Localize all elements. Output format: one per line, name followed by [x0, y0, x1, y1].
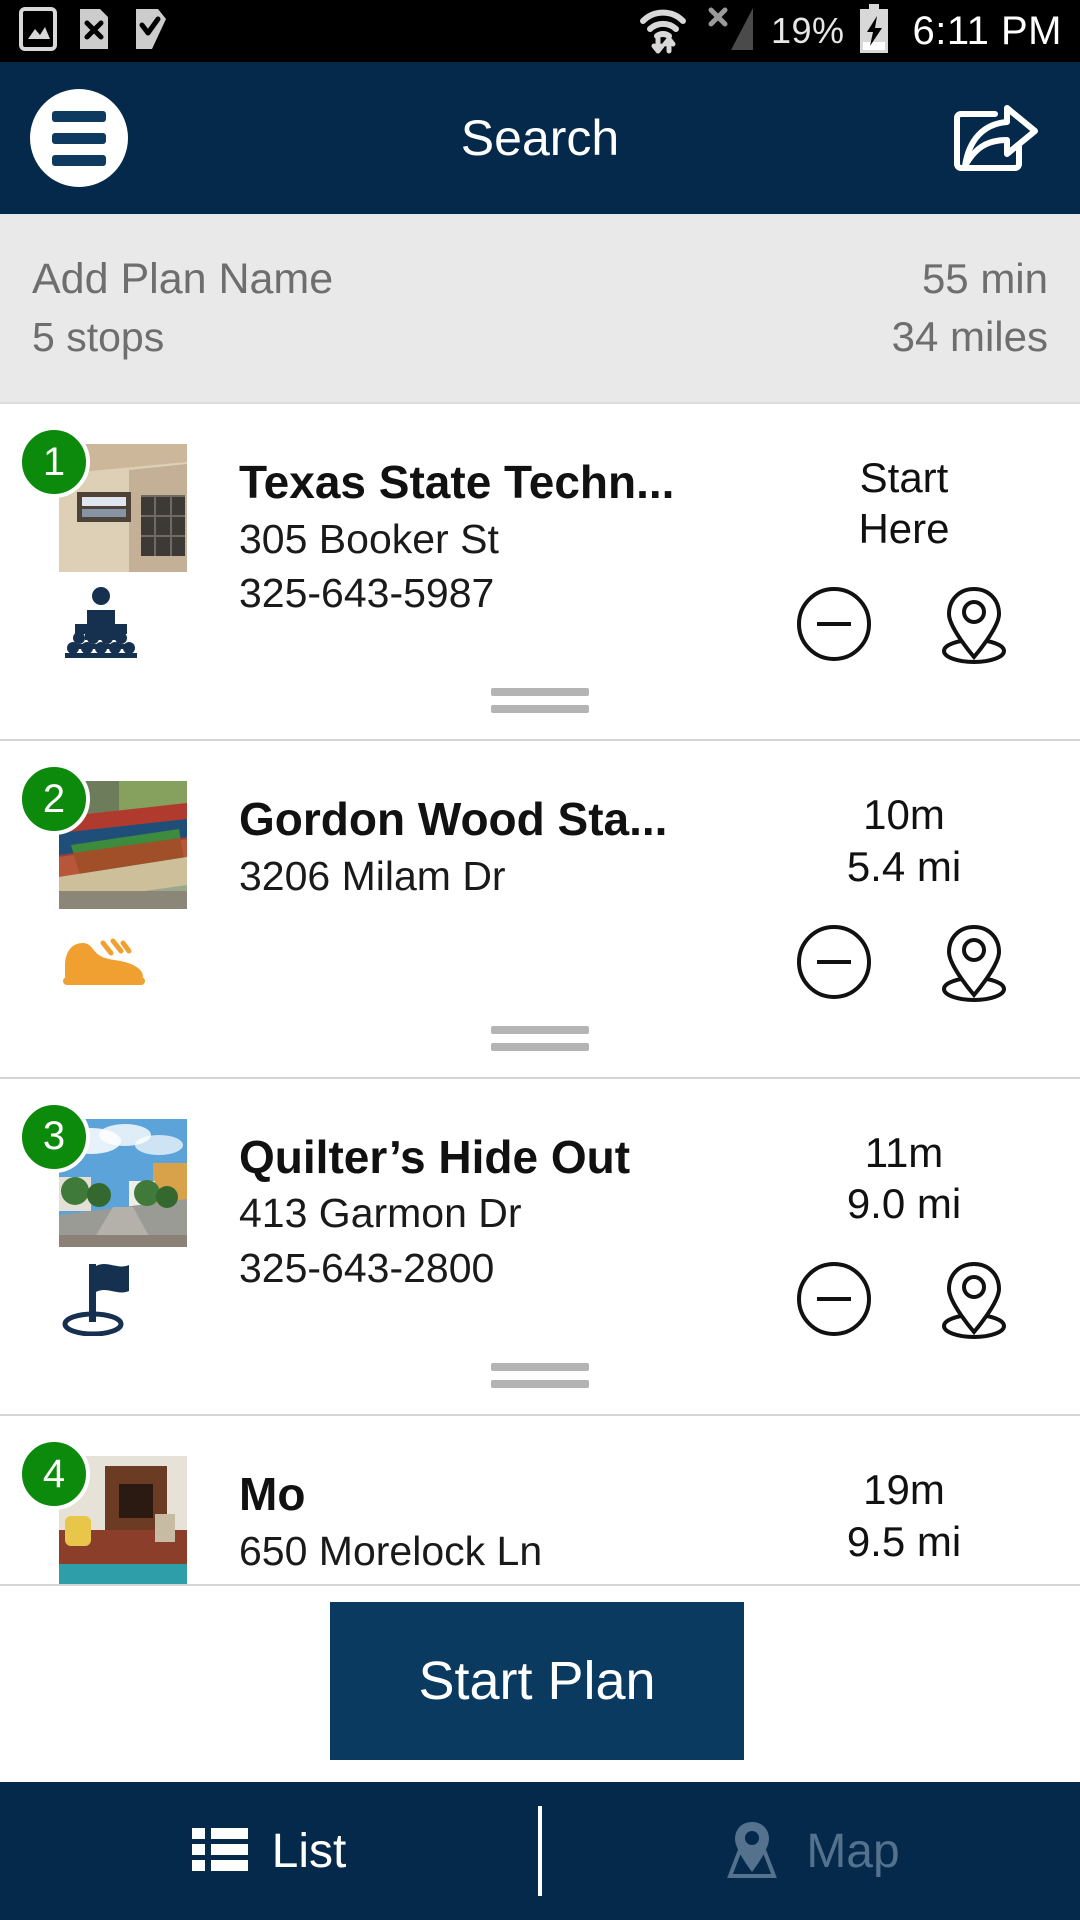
stop-phone[interactable]: 325-643-2800 [239, 1241, 754, 1295]
plan-summary-bar[interactable]: Add Plan Name 5 stops 55 min 34 miles [0, 214, 1080, 404]
stop-title: Mo [239, 1468, 306, 1521]
stop-address: 413 Garmon Dr [239, 1190, 522, 1237]
stop-meta-line1: 19m [863, 1466, 945, 1514]
drag-bar [491, 1380, 589, 1389]
table-row[interactable]: 3 Quilter’s Hide Out 413 Garmon Dr 325-6… [0, 1078, 1080, 1417]
minus-circle-icon[interactable] [792, 582, 876, 666]
drag-bar [491, 1042, 589, 1051]
stop-actions [792, 1257, 1016, 1341]
stop-thumbnail-column: 1 [18, 426, 211, 662]
image-icon [18, 6, 58, 56]
stop-number-badge: 3 [18, 1100, 90, 1173]
stop-meta: 19m 9.5 mi [754, 1456, 1054, 1566]
stop-address: 650 Morelock Ln [239, 1527, 543, 1574]
status-bar-right-icons: 19% 6:11 PM [637, 3, 1062, 60]
hamburger-bar [52, 154, 106, 166]
stop-number-badge: 1 [18, 426, 90, 498]
plan-duration: 55 min [921, 255, 1048, 302]
stop-info: Gordon Wood Sta... 3206 Milam Dr [211, 781, 754, 903]
stop-number-badge: 4 [18, 1438, 90, 1511]
stop-meta-line2: 9.5 mi [846, 1517, 962, 1565]
hamburger-bar [52, 110, 106, 122]
minus-circle-icon[interactable] [792, 920, 876, 1004]
page-title: Search [460, 110, 620, 166]
drag-handle[interactable] [0, 1341, 1080, 1414]
stop-meta: Start Here [754, 444, 1054, 666]
stop-address: 3206 Milam Dr [239, 852, 506, 899]
stop-meta-line2: Here [858, 505, 950, 553]
status-bar: 19% 6:11 PM [0, 0, 1080, 62]
stop-title: Quilter’s Hide Out [239, 1130, 631, 1183]
stop-meta: 11m 9.0 mi [754, 1119, 1054, 1341]
stop-info: Mo 650 Morelock Ln [211, 1456, 754, 1578]
no-signal-icon [701, 4, 759, 59]
checkmark-tag-icon [130, 7, 170, 56]
table-row[interactable]: 4 Mo 650 Morelock Ln 19m 9.5 mi [0, 1416, 1080, 1587]
sim-error-icon [76, 7, 112, 56]
tab-map[interactable]: Map [542, 1782, 1080, 1920]
charging-battery-icon [857, 3, 891, 59]
drag-handle[interactable] [0, 666, 1080, 739]
table-row[interactable]: 1 Texas State Techn... 305 Booker St 325… [0, 404, 1080, 742]
stop-phone[interactable]: 325-643-5987 [239, 566, 754, 620]
stop-number-badge: 2 [18, 763, 90, 836]
app-header: Search [0, 62, 1080, 214]
stop-info: Texas State Techn... 305 Booker St 325-6… [211, 444, 754, 620]
plan-name-field[interactable]: Add Plan Name [32, 255, 333, 304]
lecture-presentation-icon [59, 582, 187, 662]
status-bar-left-icons [18, 6, 170, 56]
stop-meta-line2: 5.4 mi [846, 842, 962, 890]
tab-map-label: Map [806, 1824, 900, 1878]
hamburger-menu-icon[interactable] [30, 89, 128, 187]
drag-bar [491, 1025, 589, 1034]
drag-handle[interactable] [0, 1004, 1080, 1077]
stop-actions [792, 920, 1016, 1004]
plan-summary-right: 55 min 34 miles [892, 255, 1048, 361]
start-plan-button[interactable]: Start Plan [330, 1602, 744, 1760]
table-row[interactable]: 2 Gordon Wood Sta... 3206 Milam Dr 10m 5… [0, 741, 1080, 1079]
plan-stop-count: 5 stops [32, 314, 165, 360]
plan-distance: 34 miles [891, 313, 1048, 360]
map-pin-icon[interactable] [932, 920, 1016, 1004]
stop-thumbnail-column: 4 [18, 1438, 211, 1585]
map-pin-icon[interactable] [932, 1257, 1016, 1341]
drag-bar [491, 705, 589, 714]
tab-list-label: List [271, 1824, 347, 1878]
stop-meta-line1: 10m [863, 791, 945, 839]
minus-circle-icon[interactable] [792, 1257, 876, 1341]
stop-meta-line2: 9.0 mi [846, 1180, 962, 1228]
flag-icon [59, 1257, 187, 1337]
status-bar-clock: 6:11 PM [912, 8, 1062, 53]
stop-meta: 10m 5.4 mi [754, 781, 1054, 1003]
plan-summary-left: Add Plan Name 5 stops [32, 255, 333, 361]
map-pin-icon[interactable] [932, 582, 1016, 666]
drag-bar [491, 688, 589, 697]
stop-meta-line1: 11m [864, 1128, 944, 1176]
wifi-transfer-icon [637, 3, 689, 60]
tab-list[interactable]: List [0, 1782, 538, 1920]
list-icon [191, 1824, 248, 1879]
hamburger-bar [52, 132, 106, 144]
stop-title: Gordon Wood Sta... [239, 793, 668, 846]
stop-thumbnail-column: 2 [18, 763, 211, 999]
stop-thumbnail-column: 3 [18, 1100, 211, 1337]
bottom-navigation: List Map [0, 1782, 1080, 1920]
drag-bar [491, 1363, 589, 1372]
map-pin-icon [722, 1818, 782, 1885]
stop-actions [792, 582, 1016, 666]
sneaker-icon [59, 919, 187, 999]
battery-percent: 19% [770, 10, 845, 51]
stop-address: 305 Booker St [239, 515, 499, 562]
stop-title: Texas State Techn... [239, 456, 675, 508]
stop-info: Quilter’s Hide Out 413 Garmon Dr 325-643… [211, 1119, 754, 1295]
stop-meta-line1: Start [859, 454, 949, 501]
share-icon[interactable] [940, 93, 1050, 183]
